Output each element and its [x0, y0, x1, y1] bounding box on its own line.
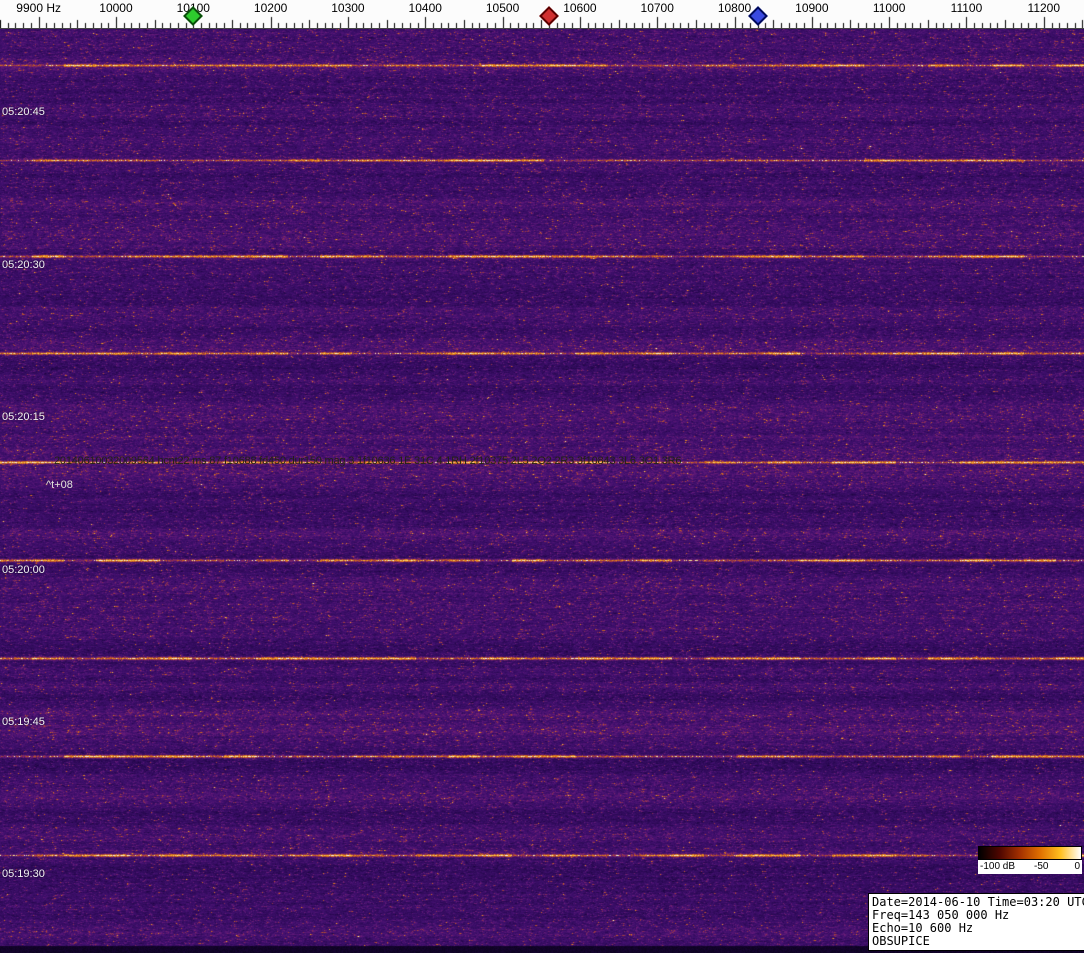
spectrogram-area[interactable]: 20140610032009564 hcnt22 ms 87 f10688 fd… — [0, 28, 1084, 953]
frequency-tick-label: 10000 — [99, 1, 133, 15]
spectrogram-canvas[interactable] — [0, 28, 1084, 953]
frequency-tick-label: 11100 — [950, 1, 983, 15]
frequency-tick-label: 11200 — [1027, 1, 1061, 15]
frequency-tick-label: 10800 — [717, 1, 752, 15]
colorbar-labels: -100 dB -50 0 — [978, 860, 1082, 874]
colorbar-gradient — [978, 846, 1082, 860]
time-label: 05:20:00 — [2, 564, 45, 576]
time-label: 05:20:15 — [2, 411, 45, 423]
colorbar-label-max: 0 — [1074, 861, 1080, 872]
meteor-event-annotation: 20140610032009564 hcnt22 ms 87 f10688 fd… — [54, 455, 682, 467]
info-line-station: OBSUPICE — [872, 934, 930, 948]
frequency-tick-label: 10500 — [485, 1, 520, 15]
frequency-tick-label: 10700 — [640, 1, 674, 15]
frequency-tick-label: 10200 — [253, 1, 288, 15]
frequency-tick-label: 10300 — [331, 1, 365, 15]
colorbar-label-mid: -50 — [1034, 861, 1049, 872]
frequency-ruler[interactable]: 9900 Hz100001010010200103001040010500106… — [0, 0, 1084, 29]
info-box: Date=2014-06-10 Time=03:20 UTC Freq=143 … — [868, 893, 1084, 951]
meteor-t-offset-annotation: ^t+08 — [46, 479, 73, 491]
frequency-tick-label: 11000 — [872, 1, 906, 15]
frequency-tick-label: 9900 Hz — [16, 1, 62, 15]
spectrogram-app: 9900 Hz100001010010200103001040010500106… — [0, 0, 1084, 953]
time-label: 05:20:30 — [2, 259, 45, 271]
time-label: 05:20:45 — [2, 106, 45, 118]
time-label: 05:19:45 — [2, 716, 45, 728]
frequency-tick-label: 10900 — [795, 1, 829, 15]
frequency-tick-label: 10400 — [408, 1, 442, 15]
colorbar: -100 dB -50 0 — [978, 846, 1082, 874]
colorbar-label-min: -100 dB — [980, 861, 1016, 872]
frequency-tick-label: 10600 — [563, 1, 597, 15]
time-label: 05:19:30 — [2, 868, 45, 880]
